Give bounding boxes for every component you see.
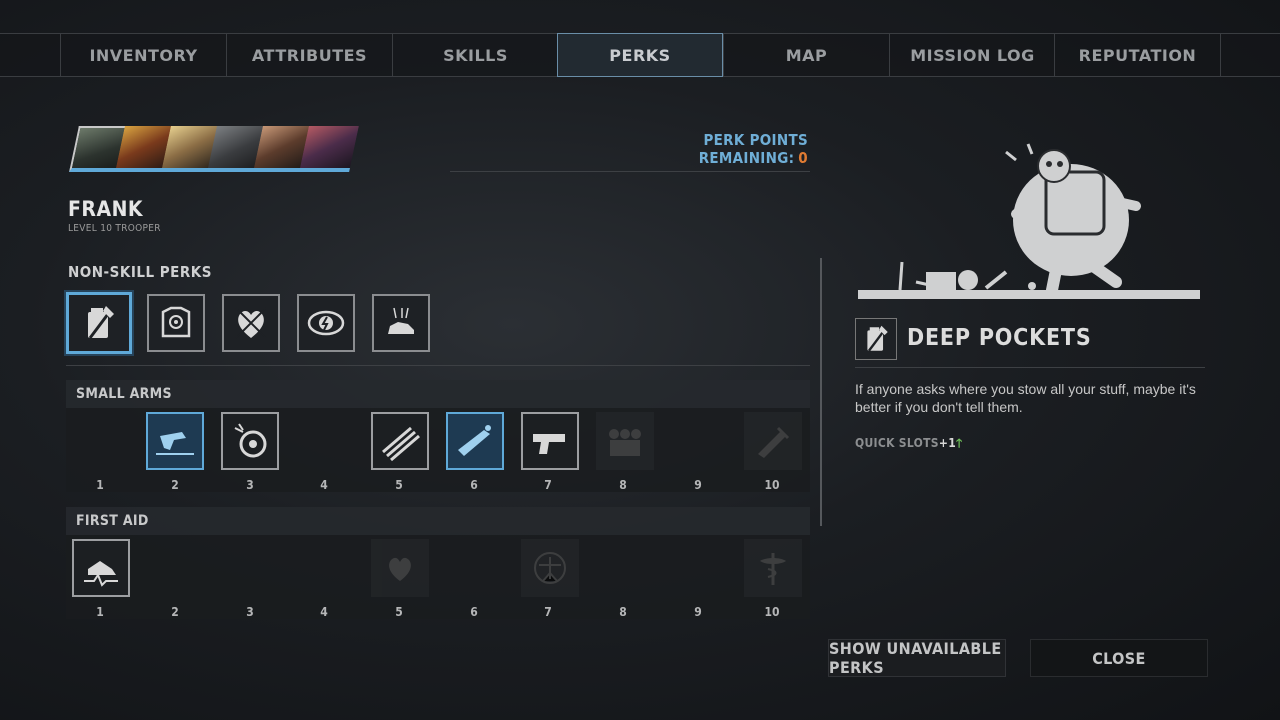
perk-points-label: PERK POINTS REMAINING: [698, 131, 808, 167]
perk-points-value: 0 [798, 149, 808, 167]
heart-hands-icon [389, 557, 411, 581]
perk-eye[interactable] [297, 294, 355, 352]
divider [450, 171, 810, 172]
first-aid-perk-10[interactable] [744, 539, 802, 597]
tab-attributes[interactable]: ATTRIBUTES [226, 34, 392, 77]
selected-perk-description: If anyone asks where you stow all your s… [855, 381, 1196, 415]
lightning-eye-icon [307, 310, 345, 336]
tab-divider [1220, 34, 1221, 77]
tier-number: 1 [96, 478, 104, 492]
close-button[interactable]: CLOSE [1030, 639, 1208, 677]
tier-number: 10 [764, 478, 780, 492]
armor-icon [161, 306, 191, 338]
heart-icon [235, 307, 267, 339]
tab-map[interactable]: MAP [723, 34, 889, 77]
tier-number: 9 [694, 478, 702, 492]
tier-number: 4 [320, 478, 328, 492]
small-arms-perk-10[interactable] [744, 412, 802, 470]
perk-boot[interactable] [372, 294, 430, 352]
tier-number: 2 [171, 605, 179, 619]
tier-number: 3 [246, 478, 254, 492]
small-arms-perk-6[interactable] [446, 412, 504, 470]
tab-skills[interactable]: SKILLS [392, 34, 558, 77]
tier-number: 5 [395, 478, 403, 492]
small-arms-perk-5[interactable] [371, 412, 429, 470]
perk-bonus: QUICK SLOTS+1🡑 [855, 434, 963, 455]
skill-first-aid-track: 1 2 3 4 5 6 7 8 9 10 [66, 535, 810, 619]
tier-number: 2 [171, 478, 179, 492]
tier-number: 1 [96, 605, 104, 619]
tier-number: 8 [619, 605, 627, 619]
perk-deep-pockets[interactable] [66, 292, 132, 354]
tier-number: 6 [470, 478, 478, 492]
first-aid-perk-1[interactable] [72, 539, 130, 597]
revolver-cylinder-icon [234, 423, 267, 458]
skill-first-aid: FIRST AID 1 2 3 4 5 6 7 8 9 10 [66, 507, 810, 619]
divider [855, 367, 1205, 368]
scrollbar[interactable] [820, 258, 822, 526]
speed-bullet-icon [382, 426, 420, 462]
tier-number: 4 [320, 605, 328, 619]
skill-small-arms-title: SMALL ARMS [66, 380, 810, 408]
tier-number: 7 [544, 605, 552, 619]
bonus-value: +1 [938, 436, 957, 450]
backpack-icon [88, 306, 114, 339]
caduceus-icon [760, 553, 786, 585]
party-portraits [69, 126, 370, 174]
non-skill-perks-row [66, 290, 446, 356]
tier-number: 7 [544, 478, 552, 492]
tier-number: 6 [470, 605, 478, 619]
vitruvian-icon [534, 552, 566, 584]
deep-pockets-illustration [858, 143, 1200, 299]
non-skill-perks-title: NON-SKILL PERKS [68, 263, 212, 281]
tab-reputation[interactable]: REPUTATION [1054, 34, 1220, 77]
bonus-label: QUICK SLOTS [855, 436, 939, 450]
show-unavailable-perks-button[interactable]: SHOW UNAVAILABLE PERKS [828, 639, 1006, 677]
small-arms-perk-2[interactable] [146, 412, 204, 470]
gun-hand-icon [156, 432, 194, 455]
backpack-icon [867, 325, 888, 352]
tier-number: 3 [246, 605, 254, 619]
targets-icon [609, 429, 641, 456]
perk-armor[interactable] [147, 294, 205, 352]
skill-small-arms-track: 1 2 3 4 5 6 7 8 9 10 [66, 408, 810, 492]
tier-number: 8 [619, 478, 627, 492]
small-arms-perk-8[interactable] [596, 412, 654, 470]
up-arrow-icon: 🡑 [956, 436, 963, 450]
heartbeat-shoe-icon [84, 561, 118, 587]
small-arms-perk-3[interactable] [221, 412, 279, 470]
perk-heart[interactable] [222, 294, 280, 352]
tier-number: 9 [694, 605, 702, 619]
first-aid-perk-5[interactable] [371, 539, 429, 597]
first-aid-perk-7[interactable] [521, 539, 579, 597]
divider [66, 365, 810, 366]
selected-perk-icon [855, 318, 897, 360]
tab-bar: INVENTORY ATTRIBUTES SKILLS PERKS MAP MI… [0, 33, 1280, 77]
small-arms-perk-7[interactable] [521, 412, 579, 470]
pistol-icon [533, 434, 565, 454]
boot-icon [388, 307, 414, 334]
character-level-class: LEVEL 10 TROOPER [68, 223, 161, 234]
perk-points-remaining: PERK POINTS REMAINING: 0 [600, 131, 808, 167]
rifle-icon [758, 426, 790, 458]
tab-mission-log[interactable]: MISSION LOG [889, 34, 1055, 77]
shotgun-icon [458, 425, 491, 456]
tier-number: 10 [764, 605, 780, 619]
skill-small-arms: SMALL ARMS 1 2 3 4 5 6 7 8 9 10 [66, 380, 810, 492]
tab-inventory[interactable]: INVENTORY [60, 34, 226, 77]
portrait-6[interactable] [299, 126, 359, 172]
selected-perk-title: DEEP POCKETS [907, 325, 1092, 351]
skill-first-aid-title: FIRST AID [66, 507, 810, 535]
tab-perks[interactable]: PERKS [557, 33, 723, 77]
tier-number: 5 [395, 605, 403, 619]
character-name: FRANK [68, 197, 144, 221]
